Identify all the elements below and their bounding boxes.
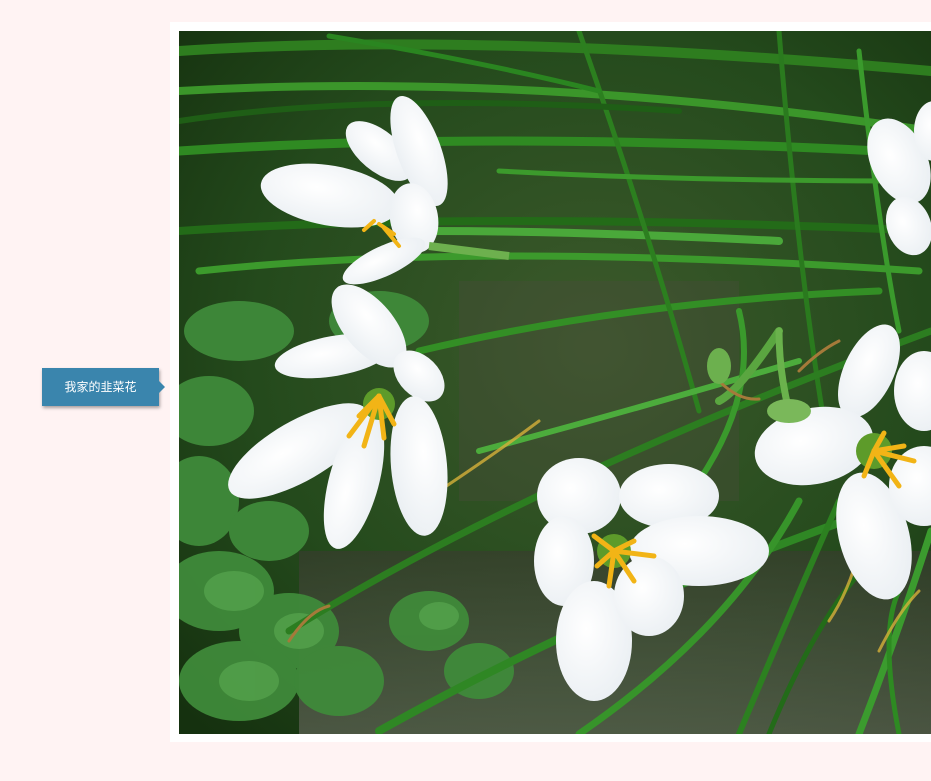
photo-caption-tag: 我家的韭菜花	[42, 368, 165, 406]
caption-text: 我家的韭菜花	[64, 380, 137, 394]
caption-arrow-icon	[159, 381, 165, 393]
page: 我家的韭菜花	[0, 0, 931, 781]
flower-photo	[179, 31, 931, 734]
